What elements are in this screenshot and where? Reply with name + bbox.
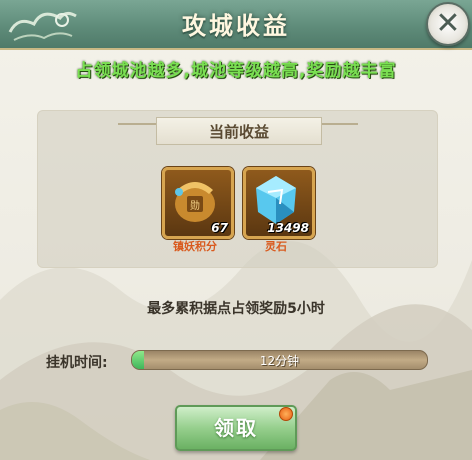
- reward-count: 13498: [267, 221, 309, 235]
- svg-text:勋: 勋: [190, 199, 200, 212]
- idle-time-label: 挂机时间:: [46, 355, 108, 371]
- reward-name: 镇妖积分: [173, 240, 217, 253]
- close-icon: ✕: [435, 6, 461, 41]
- reward-item-demon-points[interactable]: 勋 67: [162, 167, 234, 239]
- reward-count: 67: [211, 221, 228, 235]
- current-rewards-box: 当前收益 勋 67 镇妖积分 13498 灵石: [37, 110, 438, 268]
- section-title: 当前收益: [208, 123, 269, 141]
- reward-item-spirit-stone[interactable]: 13498: [243, 167, 315, 239]
- idle-time-progress-bar: 12分钟: [131, 350, 428, 370]
- notification-dot-icon: [279, 407, 293, 421]
- window-title: 攻城收益: [182, 12, 290, 40]
- close-button[interactable]: ✕: [426, 2, 470, 46]
- section-banner: 当前收益: [156, 117, 322, 145]
- banner-wing-right: [318, 123, 358, 125]
- reward-hint: 占领城池越多,城池等级越高,奖励越丰富: [75, 61, 397, 81]
- title-bar: 攻城收益: [0, 0, 472, 50]
- reward-panel: 攻城收益 ✕ 占领城池越多,城池等级越高,奖励越丰富 当前收益 勋 67 镇妖积…: [0, 0, 472, 460]
- reward-name: 灵石: [265, 240, 287, 253]
- banner-wing-left: [118, 123, 158, 125]
- progress-text: 12分钟: [259, 354, 300, 368]
- accumulation-info: 最多累积据点占领奖励5小时: [147, 301, 325, 317]
